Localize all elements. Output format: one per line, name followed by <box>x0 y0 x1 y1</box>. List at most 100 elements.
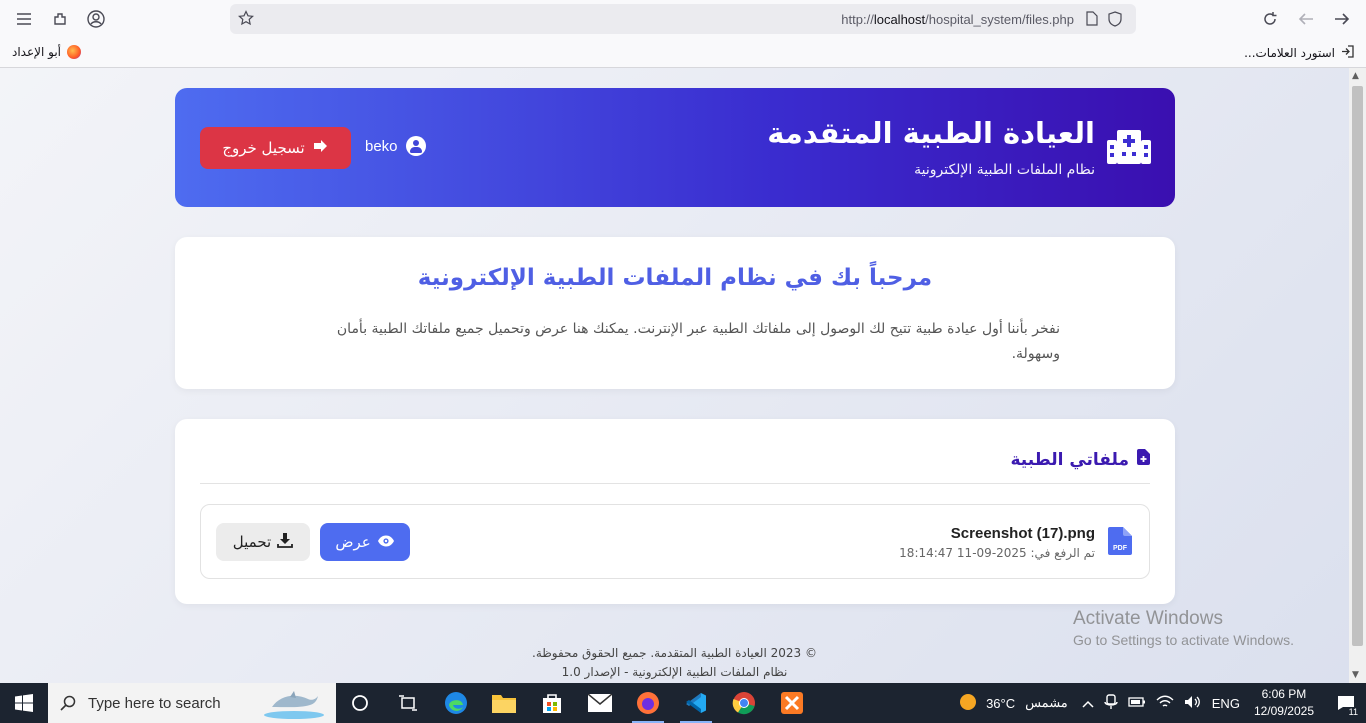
svg-text:PDF: PDF <box>1113 545 1128 552</box>
bookmark-item-left[interactable]: أبو الإعداد <box>12 45 82 59</box>
chrome-icon <box>732 692 755 715</box>
welcome-title: مرحباً بك في نظام الملفات الطبية الإلكتر… <box>417 265 933 291</box>
taskbar-store[interactable] <box>528 683 576 723</box>
vscode-icon <box>686 693 706 713</box>
dolphin-search-highlight-icon <box>264 691 324 719</box>
weather-temperature[interactable]: 36°C <box>986 696 1015 711</box>
file-upload-date: تم الرفع في: 2025-09-11 18:14:47 <box>899 546 1095 560</box>
view-button[interactable]: عرض <box>320 523 410 561</box>
site-subtitle: نظام الملفات الطبية الإلكترونية <box>914 162 1095 178</box>
weather-sun-icon[interactable] <box>958 692 978 715</box>
scroll-down-icon[interactable]: ▼ <box>1352 670 1359 680</box>
firefox-icon <box>637 692 659 714</box>
back-arrow-icon[interactable] <box>1292 5 1320 33</box>
files-heading: ملفاتي الطبية <box>1010 449 1150 470</box>
user-info: beko <box>365 136 426 156</box>
file-name: Screenshot (17).png <box>950 525 1095 542</box>
taskbar-xampp[interactable] <box>768 683 816 723</box>
bookmarks-bar: أبو الإعداد استورد العلامات... <box>0 38 1366 68</box>
reload-icon[interactable] <box>1256 5 1284 33</box>
taskbar-search[interactable]: Type here to search <box>48 683 336 723</box>
medical-file-icon <box>1137 449 1150 470</box>
hospital-icon <box>1107 130 1151 164</box>
store-bag-icon <box>543 694 561 713</box>
volume-icon[interactable] <box>1184 695 1202 712</box>
task-view-icon <box>399 695 417 711</box>
taskbar-vscode[interactable] <box>672 683 720 723</box>
folder-icon <box>492 695 516 713</box>
watermark-subtitle: Go to Settings to activate Windows. <box>1073 632 1294 648</box>
taskbar-file-explorer[interactable] <box>480 683 528 723</box>
account-icon[interactable] <box>82 5 110 33</box>
welcome-card: مرحباً بك في نظام الملفات الطبية الإلكتر… <box>175 237 1175 389</box>
notification-count: 11 <box>1346 707 1360 717</box>
taskbar-chrome[interactable] <box>720 683 768 723</box>
search-placeholder: Type here to search <box>88 694 221 712</box>
username: beko <box>365 137 398 155</box>
files-card: ملفاتي الطبية PDF Screenshot (17).png تم… <box>175 419 1175 604</box>
task-view-button[interactable] <box>336 683 384 723</box>
meet-now-icon[interactable] <box>1104 693 1118 713</box>
clock[interactable]: 6:06 PM 12/09/2025 <box>1254 686 1314 720</box>
system-tray: 36°C مشمس ENG 6:06 PM 12/09/2025 11 <box>958 683 1366 723</box>
shield-icon[interactable] <box>1108 11 1122 31</box>
language-indicator[interactable]: ENG <box>1212 696 1240 711</box>
site-header: العيادة الطبية المتقدمة نظام الملفات الط… <box>175 88 1175 207</box>
start-button[interactable] <box>0 683 48 723</box>
url-text: http://localhost/hospital_system/files.p… <box>841 11 1074 27</box>
taskbar-edge[interactable] <box>432 683 480 723</box>
site-title: العيادة الطبية المتقدمة <box>767 116 1095 150</box>
files-heading-label: ملفاتي الطبية <box>1010 449 1129 470</box>
view-label: عرض <box>335 533 371 551</box>
address-bar[interactable]: http://localhost/hospital_system/files.p… <box>230 4 1136 34</box>
scroll-up-icon[interactable]: ▲ <box>1352 71 1359 81</box>
import-icon <box>1341 45 1354 61</box>
battery-icon[interactable] <box>1128 696 1146 711</box>
edge-icon <box>445 692 467 714</box>
xampp-icon <box>781 692 803 714</box>
download-label: تحميل <box>232 533 272 551</box>
user-circle-icon <box>405 136 426 156</box>
bookmark-star-icon[interactable] <box>238 10 254 30</box>
sign-out-icon <box>313 139 329 157</box>
clock-date: 12/09/2025 <box>1253 704 1314 718</box>
windows-logo-icon <box>15 694 33 712</box>
menu-icon[interactable] <box>10 5 38 33</box>
logout-label: تسجيل خروج <box>222 139 305 157</box>
forward-arrow-icon[interactable] <box>1328 5 1356 33</box>
search-icon <box>60 695 76 711</box>
taskbar-mail[interactable] <box>576 683 624 723</box>
import-bookmarks[interactable]: استورد العلامات... <box>1244 45 1354 61</box>
activate-windows-watermark: Activate Windows Go to Settings to activ… <box>1073 608 1294 648</box>
download-button[interactable]: تحميل <box>216 523 310 561</box>
browser-toolbar: http://localhost/hospital_system/files.p… <box>0 0 1366 38</box>
eye-icon <box>377 533 395 551</box>
taskbar: Type here to search 36°C مشمس ENG 6:06 P… <box>0 683 1366 723</box>
page-viewport: العيادة الطبية المتقدمة نظام الملفات الط… <box>0 68 1349 683</box>
cortana-circle-icon <box>352 695 368 711</box>
divider <box>200 483 1150 484</box>
page-footer: © 2023 العيادة الطبية المتقدمة. جميع الح… <box>0 644 1349 682</box>
footer-version: نظام الملفات الطبية الإلكترونية - الإصدا… <box>561 665 788 679</box>
taskbar-firefox[interactable] <box>624 683 672 723</box>
logout-button[interactable]: تسجيل خروج <box>200 127 351 169</box>
timeline-button[interactable] <box>384 683 432 723</box>
firefox-icon <box>67 45 82 59</box>
extensions-icon[interactable] <box>46 5 74 33</box>
scroll-thumb[interactable] <box>1352 86 1363 646</box>
bookmark-label: أبو الإعداد <box>12 45 62 59</box>
download-icon <box>277 532 294 552</box>
page-scrollbar[interactable]: ▲ ▼ <box>1349 68 1366 683</box>
mail-icon <box>588 694 612 712</box>
wifi-icon[interactable] <box>1156 695 1174 712</box>
welcome-text: نفخر بأننا أول عيادة طبية تتيح لك الوصول… <box>336 321 1060 362</box>
chevron-up-icon[interactable] <box>1082 696 1094 711</box>
watermark-title: Activate Windows <box>1073 608 1223 629</box>
weather-condition[interactable]: مشمس <box>1025 695 1068 711</box>
clock-time: 6:06 PM <box>1261 687 1307 701</box>
import-bookmarks-label: استورد العلامات... <box>1244 46 1335 60</box>
page-info-icon[interactable] <box>1086 11 1098 30</box>
file-row: PDF Screenshot (17).png تم الرفع في: 202… <box>200 504 1150 579</box>
pdf-file-icon: PDF <box>1108 527 1132 555</box>
notifications-button[interactable]: 11 <box>1326 683 1366 723</box>
